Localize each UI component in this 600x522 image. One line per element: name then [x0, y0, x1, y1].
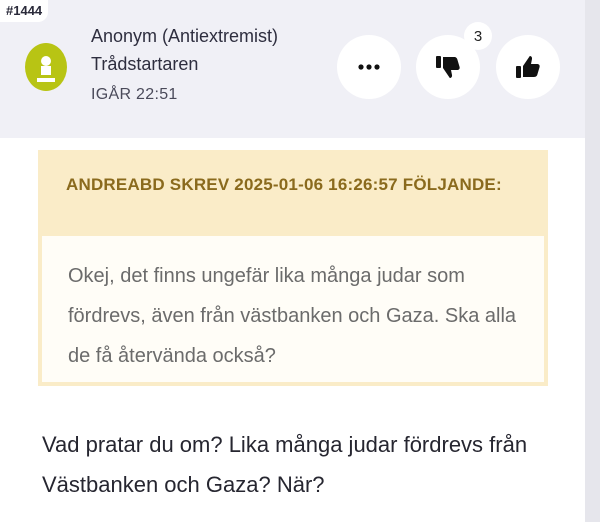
post-body-text: Vad pratar du om? Lika många judar fördr… [42, 432, 528, 497]
more-dots-icon [358, 64, 380, 70]
quote-header[interactable]: ANDREABD SKREV 2025-01-06 16:26:57 FÖLJA… [42, 154, 544, 236]
post-number[interactable]: #1444 [0, 0, 49, 22]
quote-block: ANDREABD SKREV 2025-01-06 16:26:57 FÖLJA… [38, 150, 548, 386]
user-avatar-icon[interactable] [24, 42, 68, 92]
post-header: #1444 Anonym (Antiextremist) Trådstartar… [0, 0, 585, 138]
quote-text: Okej, det finns ungefär lika många judar… [42, 236, 544, 382]
thumbs-down-icon [436, 56, 460, 78]
author-role: Trådstartaren [91, 54, 199, 74]
page-edge [585, 0, 600, 522]
post-timestamp: IGÅR 22:51 [91, 86, 178, 103]
like-button[interactable] [496, 35, 560, 99]
dislike-count-badge: 3 [464, 22, 492, 50]
more-options-button[interactable] [337, 35, 401, 99]
thumbs-up-icon [516, 56, 540, 78]
author-name[interactable]: Anonym (Antiextremist) [91, 24, 278, 48]
